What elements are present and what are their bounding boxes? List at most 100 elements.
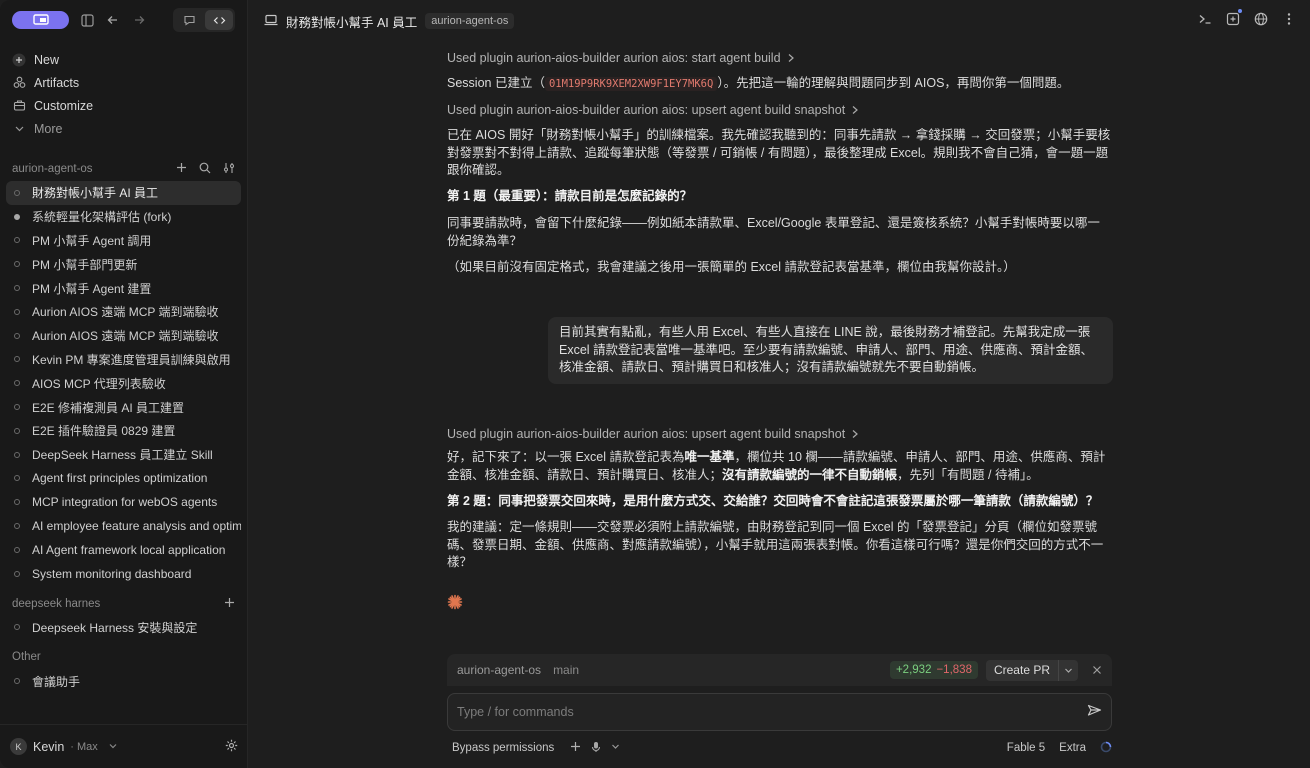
assistant-paragraph: 已在 AIOS 開好「財務對帳小幫手」的訓練檔案。我先確認我聽到的：同事先請款 … bbox=[447, 128, 1111, 177]
artifacts-button[interactable]: Artifacts bbox=[0, 71, 247, 94]
mode-toggle-button[interactable] bbox=[12, 11, 69, 29]
chat-item[interactable]: Aurion AIOS 遠端 MCP 端到端驗收 bbox=[6, 324, 241, 348]
git-status-bar: aurion-agent-os main +2,932 −1,838 Creat… bbox=[447, 654, 1112, 686]
status-dot bbox=[14, 332, 20, 339]
branch-name[interactable]: main bbox=[553, 663, 579, 677]
user-name[interactable]: Kevin bbox=[33, 740, 64, 754]
chat-item[interactable]: Kevin PM 專案進度管理員訓練與啟用 bbox=[6, 348, 241, 372]
status-dot bbox=[14, 380, 20, 387]
project-chat-list: 財務對帳小幫手 AI 員工 系統輕量化架構評估 (fork) PM 小幫手 Ag… bbox=[0, 181, 247, 586]
preview-panel-icon[interactable] bbox=[1226, 9, 1242, 29]
user-message: 目前其實有點亂，有些人用 Excel、有些人直接在 LINE 說，最後財務才補登… bbox=[548, 317, 1113, 384]
artifacts-label: Artifacts bbox=[34, 75, 80, 90]
effort-selector[interactable]: Extra bbox=[1059, 742, 1086, 754]
globe-icon[interactable] bbox=[1254, 12, 1268, 29]
prompt-input-container bbox=[447, 693, 1112, 731]
question-heading: 第 2 題：同事把發票交回來時，是用什麼方式交、交給誰？交回時會不會註記這張發票… bbox=[447, 494, 1099, 508]
notification-dot bbox=[1238, 9, 1242, 13]
chat-item[interactable]: MCP integration for webOS agents bbox=[6, 490, 241, 514]
chat-item[interactable]: DeepSeek Harness 員工建立 Skill bbox=[6, 443, 241, 467]
sidebar: New Artifacts Customize More aurion-agen… bbox=[0, 0, 248, 768]
header: 財務對帳小幫手 AI 員工 aurion-agent-os bbox=[248, 0, 1310, 42]
chevron-down-icon[interactable] bbox=[1058, 659, 1078, 681]
status-dot bbox=[14, 451, 20, 458]
question-heading: 第 1 題（最重要）：請款目前是怎麼記錄的？ bbox=[447, 189, 693, 203]
sidebar-toggle-icon[interactable] bbox=[79, 12, 95, 28]
chat-item[interactable]: AIOS MCP 代理列表驗收 bbox=[6, 371, 241, 395]
app-window: New Artifacts Customize More aurion-agen… bbox=[0, 0, 1310, 768]
model-selector[interactable]: Fable 5 bbox=[1007, 742, 1045, 754]
settings-gear-icon[interactable] bbox=[225, 739, 238, 755]
chat-item[interactable]: 財務對帳小幫手 AI 員工 bbox=[6, 181, 241, 205]
repo-badge[interactable]: aurion-agent-os bbox=[425, 13, 515, 29]
send-icon[interactable] bbox=[1087, 703, 1102, 721]
chat-item-label: MCP integration for webOS agents bbox=[32, 495, 218, 510]
chat-item[interactable]: E2E 插件驗證員 0829 建置 bbox=[6, 419, 241, 443]
chat-item[interactable]: 會議助手 bbox=[6, 669, 241, 693]
prompt-input[interactable] bbox=[457, 705, 1087, 719]
create-pr-button[interactable]: Create PR bbox=[985, 659, 1078, 681]
chat-item[interactable]: Aurion AIOS 遠端 MCP 端到端驗收 bbox=[6, 300, 241, 324]
laptop-icon bbox=[264, 14, 278, 29]
chevron-down-icon[interactable] bbox=[108, 739, 118, 754]
add-attachment-icon[interactable] bbox=[570, 741, 581, 755]
permissions-selector[interactable]: Bypass permissions bbox=[452, 742, 554, 754]
plugin-usage-label: Used plugin aurion-aios-builder aurion a… bbox=[447, 427, 846, 441]
plugin-usage-row[interactable]: Used plugin aurion-aios-builder aurion a… bbox=[447, 424, 859, 444]
main-panel: 財務對帳小幫手 AI 員工 aurion-agent-os Used plugi… bbox=[248, 0, 1310, 768]
chevron-down-icon[interactable] bbox=[611, 742, 620, 754]
status-dot bbox=[14, 523, 20, 530]
chat-item[interactable]: AI employee feature analysis and optimiz… bbox=[6, 514, 241, 538]
composer-options: Bypass permissions Fable 5 Extra bbox=[452, 738, 1112, 758]
project-header-other: Other bbox=[0, 645, 247, 669]
chevron-down-icon bbox=[12, 122, 26, 136]
chat-item[interactable]: PM 小幫手 Agent 調用 bbox=[6, 229, 241, 253]
chat-item[interactable]: PM 小幫手部門更新 bbox=[6, 252, 241, 276]
chat-item-label: Aurion AIOS 遠端 MCP 端到端驗收 bbox=[32, 305, 219, 320]
customize-button[interactable]: Customize bbox=[0, 94, 247, 117]
close-icon[interactable] bbox=[1092, 663, 1102, 678]
add-chat-icon[interactable] bbox=[176, 162, 187, 177]
more-options-icon[interactable] bbox=[1282, 12, 1296, 29]
microphone-icon[interactable] bbox=[591, 741, 601, 756]
chat-item-label: Kevin PM 專案進度管理員訓練與啟用 bbox=[32, 352, 231, 367]
status-dot bbox=[14, 404, 20, 411]
assistant-session-text: Session 已建立（ 01M19P9RK9XEM2XW9F1EY7MK6Q）。… bbox=[447, 75, 1112, 94]
plugin-usage-label: Used plugin aurion-aios-builder aurion a… bbox=[447, 51, 781, 65]
chat-item[interactable]: Deepseek Harness 安裝與設定 bbox=[6, 616, 241, 640]
terminal-icon[interactable] bbox=[1198, 12, 1212, 29]
chat-item[interactable]: 系統輕量化架構評估 (fork) bbox=[6, 205, 241, 229]
assistant-paragraph: 我的建議：定一條規則——交發票必須附上請款編號，由財務登記到同一個 Excel … bbox=[447, 520, 1104, 569]
avatar[interactable]: K bbox=[10, 738, 27, 755]
session-prefix: Session 已建立（ bbox=[447, 76, 545, 90]
chat-item[interactable]: AI Agent framework local application bbox=[6, 538, 241, 562]
more-button[interactable]: More bbox=[0, 117, 247, 140]
plugin-usage-row[interactable]: Used plugin aurion-aios-builder aurion a… bbox=[447, 100, 859, 120]
page-title[interactable]: 財務對帳小幫手 AI 員工 bbox=[286, 12, 417, 31]
add-chat-icon[interactable] bbox=[224, 597, 235, 611]
status-dot bbox=[14, 308, 20, 315]
diff-stat[interactable]: +2,932 −1,838 bbox=[889, 661, 978, 679]
assistant-question: 第 2 題：同事把發票交回來時，是用什麼方式交、交給誰？交回時會不會註記這張發票… bbox=[447, 493, 1112, 511]
repo-name[interactable]: aurion-agent-os bbox=[457, 663, 541, 677]
status-dot bbox=[14, 678, 20, 685]
chat-bubble-icon bbox=[183, 15, 195, 26]
status-dot bbox=[14, 546, 20, 553]
chat-item[interactable]: System monitoring dashboard bbox=[6, 562, 241, 586]
forward-arrow-icon[interactable] bbox=[131, 12, 147, 28]
code-view-button[interactable] bbox=[205, 10, 233, 30]
plugin-usage-label: Used plugin aurion-aios-builder aurion a… bbox=[447, 103, 846, 117]
new-button[interactable]: New bbox=[0, 48, 247, 71]
filter-icon[interactable] bbox=[223, 162, 235, 177]
chat-item[interactable]: PM 小幫手 Agent 建置 bbox=[6, 276, 241, 300]
status-dot bbox=[14, 570, 20, 577]
chat-item-label: DeepSeek Harness 員工建立 Skill bbox=[32, 448, 213, 463]
back-arrow-icon[interactable] bbox=[105, 12, 121, 28]
chat-item[interactable]: E2E 修補複測員 AI 員工建置 bbox=[6, 395, 241, 419]
search-icon[interactable] bbox=[199, 162, 211, 177]
status-dot bbox=[14, 427, 20, 434]
chat-item[interactable]: Agent first principles optimization bbox=[6, 467, 241, 491]
chat-item-label: AI Agent framework local application bbox=[32, 542, 226, 557]
chat-view-button[interactable] bbox=[175, 10, 203, 30]
plugin-usage-row[interactable]: Used plugin aurion-aios-builder aurion a… bbox=[447, 48, 795, 68]
